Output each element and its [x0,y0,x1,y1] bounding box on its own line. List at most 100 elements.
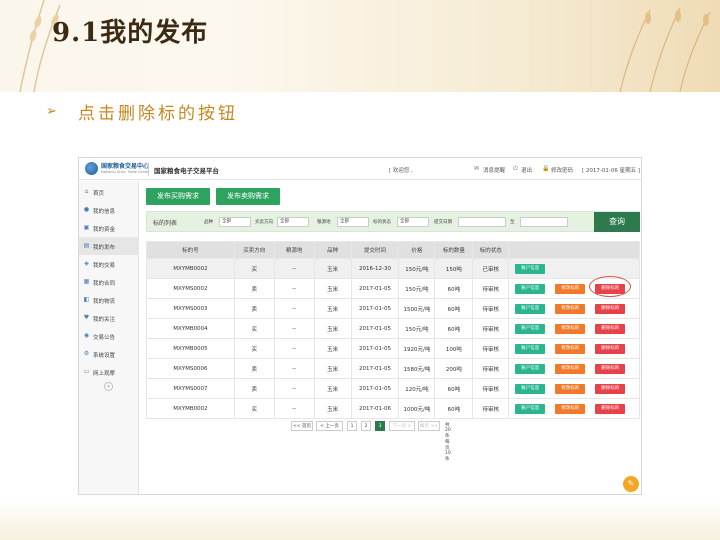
edit-listing-button[interactable]: 修改标的 [555,343,586,354]
edit-listing-button[interactable]: 修改标的 [555,303,586,314]
sidebar-item-home[interactable]: ⌂ 首页 [79,183,139,201]
filter-date-from[interactable] [458,217,506,227]
pager-page-1[interactable]: 1 [347,421,357,431]
cell-status: 已审核 [472,258,510,279]
pager-prev[interactable]: < 上一页 [316,421,343,431]
account-info-button[interactable]: 账户信息 [515,323,546,334]
delete-listing-button[interactable]: 删除标的 [595,403,626,414]
cell-id: MXYMS0007 [146,378,235,399]
cell-price: 1920元/吨 [398,338,436,359]
header-link-logout[interactable]: 退出 [521,166,532,174]
publish-sell-button[interactable]: 发布卖购需求 [216,188,280,205]
logo-text: 国家粮食交易中心 [101,163,150,170]
header-divider [148,162,149,176]
sidebar-item-trade-notice[interactable]: ◉ 交易公告 [79,327,139,345]
account-info-button[interactable]: 账户信息 [515,383,546,394]
sidebar-item-my-funds[interactable]: ▣ 我的资金 [79,219,139,237]
cell-id: MXYMB0004 [146,318,235,339]
col-header-origin: 粮源地 [273,241,315,259]
cell-direction: 买 [233,318,275,339]
cell-direction: 卖 [233,378,275,399]
table-header-row: 标的号 买卖方向 粮源地 品种 提交时间 价格 标的数量 标的状态 [146,241,640,259]
delete-listing-button[interactable]: 删除标的 [595,303,626,314]
edit-listing-button[interactable]: 修改标的 [555,323,586,334]
header-link-change-password[interactable]: 修改密码 [551,166,573,174]
bullet-arrow-icon: ➢ [46,104,57,119]
home-icon: ⌂ [84,188,89,195]
delete-listing-button[interactable]: 删除标的 [595,343,626,354]
cell-variety: 玉米 [313,278,352,299]
wheat-field-icon [619,7,711,92]
account-info-button[interactable]: 账户信息 [515,283,546,294]
filter-select-origin[interactable]: 全部 [337,217,369,227]
sidebar-item-system-settings[interactable]: ⚙ 系统设置 [79,345,139,363]
cell-variety: 玉米 [313,338,352,359]
edit-listing-button[interactable]: 修改标的 [555,363,586,374]
header-link-messages[interactable]: 消息提醒 [483,166,505,174]
pager-last[interactable]: 尾页 >> [418,421,440,431]
col-header-price: 价格 [398,241,436,259]
sidebar-item-my-trade[interactable]: ◈ 我的交易 [79,255,139,273]
cell-status: 待审核 [472,318,510,339]
filter-label-date: 提交日期 [434,220,452,225]
pager-first[interactable]: << 首页 [291,421,313,431]
sidebar-item-my-publish[interactable]: ▤ 我的发布 [79,237,139,255]
sidebar-item-my-follow[interactable]: ♥ 我的关注 [79,309,139,327]
cell-direction: 买 [233,398,275,419]
edit-listing-button[interactable]: 修改标的 [555,283,586,294]
filter-select-variety[interactable]: 全部 [219,217,251,227]
lock-icon[interactable]: 🔒 [542,165,549,172]
cell-quantity: 60吨 [434,278,474,299]
cell-id: MXYMS0006 [146,358,235,379]
publish-buy-button[interactable]: 发布买购需求 [146,188,210,205]
account-info-button[interactable]: 账户信息 [515,363,546,374]
sidebar: ⌂ 首页 ● 我的信息 ▣ 我的资金 ▤ 我的发布 ◈ 我的交易 ▦ 我的合同 ◧ 我的物流 … [79,181,139,494]
col-header-id: 标的号 [146,241,235,259]
pager-page-3[interactable]: 3 [375,421,385,431]
cell-date: 2017-01-05 [350,338,400,359]
sidebar-item-my-logistics[interactable]: ◧ 我的物流 [79,291,139,309]
slide-title: 9.1我的发布 [52,18,209,48]
header-date: [ 2017-01-06 星期五 ] [582,168,640,174]
account-info-button[interactable]: 账户信息 [515,403,546,414]
filter-select-direction[interactable]: 全部 [277,217,309,227]
filter-date-to[interactable] [520,217,568,227]
account-info-button[interactable]: 账户信息 [515,263,546,274]
col-header-direction: 买卖方向 [233,241,275,259]
filter-select-status[interactable]: 全部 [397,217,429,227]
power-icon[interactable]: ⏻ [513,165,518,173]
sidebar-item-my-info[interactable]: ● 我的信息 [79,201,139,219]
table-row: MXYMS0007 卖 -- 玉米 2017-01-05 120元/吨 60吨 待审核 账户信息… [146,378,640,399]
cell-direction: 卖 [233,358,275,379]
delete-listing-button[interactable]: 删除标的 [595,383,626,394]
help-float-icon[interactable]: ✎ [623,476,639,492]
search-button[interactable]: 查询 [594,212,640,232]
cell-date: 2017-01-05 [350,358,400,379]
cell-direction: 买 [233,258,275,279]
account-info-button[interactable]: 账户信息 [515,303,546,314]
monitor-icon: ▭ [83,368,90,375]
sidebar-item-my-contract[interactable]: ▦ 我的合同 [79,273,139,291]
sidebar-item-online-observe[interactable]: ▭ 网上观摩 [79,363,139,381]
col-header-status: 标的状态 [472,241,510,259]
table-row: MXYMB0004 买 -- 玉米 2017-01-05 150元/吨 60吨 待审核 账户信息… [146,318,640,339]
mail-icon[interactable]: ✉ [474,165,479,172]
account-info-button[interactable]: 账户信息 [515,343,546,354]
cell-actions: 账户信息 修改标的 删除标的 [508,318,640,339]
edit-listing-button[interactable]: 修改标的 [555,383,586,394]
cell-status: 待审核 [472,298,510,319]
sidebar-collapse-icon[interactable]: « [104,382,113,391]
delete-listing-button[interactable]: 删除标的 [595,363,626,374]
cell-actions: 账户信息 修改标的 删除标的 [508,398,640,419]
pager-next[interactable]: 下一页 > [389,421,415,431]
delete-listing-button[interactable]: 删除标的 [595,323,626,334]
cell-id: MXYMS0003 [146,298,235,319]
cell-quantity: 100吨 [434,338,474,359]
edit-listing-button[interactable]: 修改标的 [555,403,586,414]
cell-origin: -- [273,318,315,339]
filter-label-status: 标的状态 [373,220,391,225]
cell-status: 待审核 [472,338,510,359]
cell-price: 120元/吨 [398,378,436,399]
pager-page-2[interactable]: 2 [361,421,371,431]
col-header-actions [508,241,640,259]
